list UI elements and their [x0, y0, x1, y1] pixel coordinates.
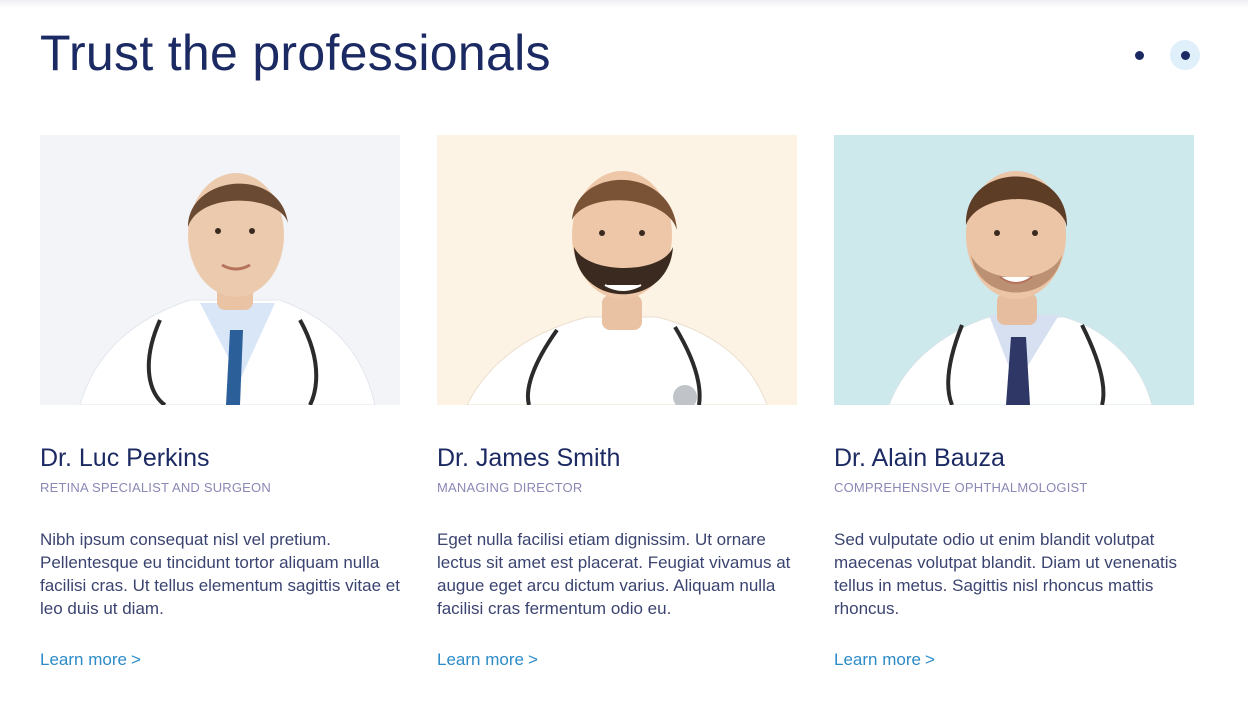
doctor-photo: [834, 135, 1194, 405]
pager-dot-2[interactable]: [1170, 40, 1200, 70]
learn-more-link[interactable]: Learn more >: [437, 650, 538, 670]
doctor-bio: Nibh ipsum consequat nisl vel pretium. P…: [40, 530, 400, 618]
doctor-bio: Eget nulla facilisi etiam dignissim. Ut …: [437, 530, 791, 618]
learn-more-label: Learn more: [834, 650, 921, 669]
doctor-photo: [437, 135, 797, 405]
doctor-photo: [40, 135, 400, 405]
chevron-right-icon: >: [527, 650, 538, 669]
learn-more-label: Learn more: [437, 650, 524, 669]
section-title: Trust the professionals: [40, 25, 551, 81]
header-shadow: [0, 0, 1248, 8]
doctor-name: Dr. Alain Bauza: [834, 444, 1005, 472]
doctor-cards: Dr. Luc Perkins RETINA SPECIALIST AND SU…: [40, 135, 1194, 670]
chevron-right-icon: >: [924, 650, 935, 669]
doctor-portrait-icon: [834, 135, 1194, 405]
doctor-card: Dr. Luc Perkins RETINA SPECIALIST AND SU…: [40, 135, 400, 670]
doctor-role: RETINA SPECIALIST AND SURGEON: [40, 480, 271, 495]
doctor-bio: Sed vulputate odio ut enim blandit volut…: [834, 530, 1178, 618]
doctor-role: MANAGING DIRECTOR: [437, 480, 583, 495]
doctor-name: Dr. Luc Perkins: [40, 444, 210, 472]
doctor-portrait-icon: [437, 135, 797, 405]
doctor-role: COMPREHENSIVE OPHTHALMOLOGIST: [834, 480, 1088, 495]
doctor-name: Dr. James Smith: [437, 444, 621, 472]
doctor-card: Dr. Alain Bauza COMPREHENSIVE OPHTHALMOL…: [834, 135, 1194, 670]
learn-more-link[interactable]: Learn more >: [40, 650, 141, 670]
learn-more-link[interactable]: Learn more >: [834, 650, 935, 670]
learn-more-label: Learn more: [40, 650, 127, 669]
pager-dot-1[interactable]: [1124, 40, 1154, 70]
doctor-portrait-icon: [40, 135, 400, 405]
doctor-card: Dr. James Smith MANAGING DIRECTOR Eget n…: [437, 135, 797, 670]
chevron-right-icon: >: [130, 650, 141, 669]
carousel-pager: [1124, 40, 1200, 70]
